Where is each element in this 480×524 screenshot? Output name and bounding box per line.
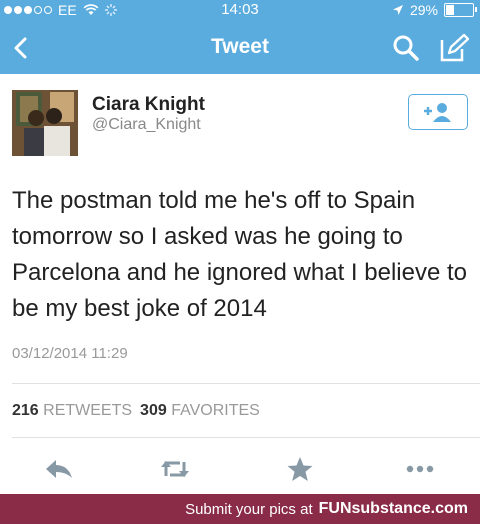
retweets-count: 216 xyxy=(12,402,39,419)
tweet-timestamp: 03/12/2014 11:29 xyxy=(12,345,128,362)
retweet-icon xyxy=(161,461,189,477)
more-icon xyxy=(406,465,434,473)
follow-button[interactable] xyxy=(408,94,468,130)
engagement-counts: 216 RETWEETS 309 FAVORITES xyxy=(12,402,260,420)
divider xyxy=(12,437,480,438)
username[interactable]: @Ciara_Knight xyxy=(92,116,201,134)
watermark-footer: Submit your pics at FUNsubstance.com xyxy=(0,494,480,524)
reply-icon xyxy=(46,460,72,478)
add-user-icon xyxy=(424,103,451,122)
tweet-text: The postman told me he's off to Spain to… xyxy=(12,187,467,322)
avatar[interactable] xyxy=(12,90,78,156)
favorites-label: FAVORITES xyxy=(171,402,260,419)
tweet-screen: EE 14:03 29% Tweet Ciara Knight @Ciara_K… xyxy=(0,0,480,524)
footer-text: Submit your pics at xyxy=(185,500,313,518)
status-bar: EE 14:03 29% xyxy=(0,0,480,22)
compose-button[interactable] xyxy=(438,32,470,64)
search-button[interactable] xyxy=(390,32,422,64)
retweet-button[interactable] xyxy=(158,454,192,484)
location-arrow-icon xyxy=(392,5,403,15)
tweet-actions xyxy=(0,450,480,488)
retweets-link[interactable]: 216 RETWEETS xyxy=(12,402,132,420)
more-button[interactable] xyxy=(403,454,437,484)
star-icon xyxy=(287,457,313,481)
favorite-button[interactable] xyxy=(283,454,317,484)
favorites-count: 309 xyxy=(140,402,167,419)
display-name[interactable]: Ciara Knight xyxy=(92,94,205,116)
search-icon xyxy=(393,35,419,61)
retweets-label: RETWEETS xyxy=(43,402,133,419)
nav-bar: Tweet xyxy=(0,22,480,74)
favorites-link[interactable]: 309 FAVORITES xyxy=(140,402,260,420)
status-right: 29% xyxy=(392,2,477,18)
footer-brand[interactable]: FUNsubstance.com xyxy=(319,500,468,518)
compose-icon xyxy=(440,33,470,62)
battery-percent: 29% xyxy=(409,2,438,18)
reply-button[interactable] xyxy=(42,454,76,484)
battery-icon xyxy=(444,3,477,17)
profile-header: Ciara Knight @Ciara_Knight xyxy=(0,74,480,164)
divider xyxy=(12,383,480,384)
